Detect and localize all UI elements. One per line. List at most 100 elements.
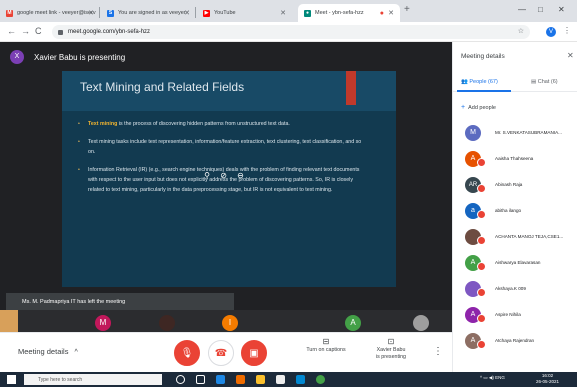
edge-icon[interactable] <box>216 375 225 384</box>
participant-name: ACHANTA MANOJ TEJA,CSE1... <box>495 234 564 239</box>
close-tab-icon[interactable]: ✕ <box>388 9 394 17</box>
mic-off-icon <box>477 236 486 245</box>
participant-tile[interactable] <box>0 310 18 332</box>
presenter-bar: X Xavier Babu is presenting <box>0 42 452 72</box>
list-item[interactable]: M Mr. S.VENKATASUBRAMANIA... <box>453 122 577 148</box>
list-item[interactable]: Akshaya.K 009 <box>453 278 577 304</box>
profile-avatar[interactable]: V <box>546 27 556 37</box>
task-view-icon[interactable] <box>196 375 205 384</box>
mic-off-icon: 🎙 <box>180 347 194 359</box>
tab-youtube[interactable]: ▶ YouTube ✕ <box>197 4 292 22</box>
screen: M google meet link - veeyer@iserv ✕ S Yo… <box>0 0 577 387</box>
back-icon[interactable]: ← <box>7 26 16 36</box>
people-icon: 👥 <box>461 79 468 85</box>
pin-icon[interactable]: ⚲ <box>204 171 210 180</box>
windows-start-icon[interactable] <box>7 375 16 384</box>
minimize-button[interactable]: — <box>518 5 526 14</box>
meeting-details-button[interactable]: Meeting details ^ <box>18 347 78 356</box>
mic-off-icon <box>477 210 486 219</box>
mute-presentation-icon[interactable]: ⊘ <box>220 171 227 180</box>
remove-tile-icon[interactable]: ⊖ <box>237 171 244 180</box>
tab-title: google meet link - veeyer@iserv <box>17 10 96 16</box>
meet-icon: ● <box>304 9 311 17</box>
participant-name: Aishwarya Elavarasan <box>495 260 541 265</box>
store-icon[interactable] <box>276 375 285 384</box>
mic-off-icon <box>477 184 486 193</box>
captions-button[interactable]: ⊟ Turn on captions <box>300 338 352 354</box>
close-tab-icon[interactable]: ✕ <box>184 9 190 17</box>
participant-name: Akshaya.K 009 <box>495 286 526 291</box>
address-bar: ← → C meet.google.com/ybn-sefa-hzz ☆ V ⋮ <box>0 22 577 42</box>
presenter-label: Xavier Babu is presenting <box>34 52 126 62</box>
tab-meet[interactable]: ● Meet - ybn-sefa-hzz ● ✕ <box>298 4 400 22</box>
panel-tabs: 👥 People (67) ▤ Chat (6) <box>453 74 577 92</box>
captions-icon: ⊟ <box>322 337 330 346</box>
presentation-slide: Text Mining and Related Fields Text mini… <box>62 71 396 287</box>
close-tab-icon[interactable]: ✕ <box>280 9 286 17</box>
camera-off-button[interactable]: ▣ <box>241 340 267 366</box>
mic-off-icon <box>477 288 486 297</box>
system-tray[interactable]: ^ ▭ ◀) ENG <box>480 375 505 381</box>
bookmark-star-icon[interactable]: ☆ <box>518 27 524 35</box>
slide-bullet: Text mining is the process of discoverin… <box>78 119 370 129</box>
add-person-icon: + <box>461 104 466 111</box>
browser-menu-icon[interactable]: ⋮ <box>563 26 571 35</box>
forward-icon[interactable]: → <box>21 26 30 36</box>
participant-name: abitha ilango <box>495 208 522 213</box>
recording-dot-icon: ● <box>379 9 384 17</box>
taskbar-search-input[interactable]: Type here to search <box>24 374 162 385</box>
browser-tab-strip: M google meet link - veeyer@iserv ✕ S Yo… <box>0 0 577 22</box>
tab-signed-in[interactable]: S You are signed in as veeyer. ✕ <box>101 4 196 22</box>
participant-tile[interactable]: I <box>219 310 241 332</box>
list-item[interactable]: ACHANTA MANOJ TEJA,CSE1... <box>453 226 577 252</box>
participant-tile[interactable]: M <box>92 310 114 332</box>
mic-off-icon <box>477 158 486 167</box>
list-item[interactable]: A Aishwarya Elavarasan <box>453 252 577 278</box>
tab-chat[interactable]: ▤ Chat (6) <box>531 79 558 85</box>
tab-title: Meet - ybn-sefa-hzz <box>315 10 364 16</box>
mic-off-icon <box>477 262 486 271</box>
youtube-icon: ▶ <box>203 9 210 17</box>
more-options-icon[interactable]: ⋮ <box>433 346 443 357</box>
file-explorer-icon[interactable] <box>256 375 265 384</box>
participant-filmstrip: M I A <box>0 310 452 332</box>
chrome-icon[interactable] <box>316 375 325 384</box>
new-tab-button[interactable]: + <box>404 4 410 15</box>
mail-icon[interactable] <box>296 375 305 384</box>
leave-call-button[interactable]: ☎ <box>208 340 234 366</box>
tab-people[interactable]: 👥 People (67) <box>461 79 498 85</box>
tab-gmail[interactable]: M google meet link - veeyer@iserv ✕ <box>0 4 100 22</box>
firefox-icon[interactable] <box>236 375 245 384</box>
list-item[interactable]: A Atchaya Rajendran <box>453 330 577 356</box>
participant-tile[interactable]: A <box>345 310 367 332</box>
slide-accent-bar <box>346 71 356 105</box>
avatar: M <box>465 125 481 141</box>
maximize-button[interactable]: □ <box>538 5 543 14</box>
participant-name: Mr. S.VENKATASUBRAMANIA... <box>495 130 562 135</box>
list-item[interactable]: AR Abinash Raja <box>453 174 577 200</box>
mic-off-button[interactable]: 🎙 <box>174 340 200 366</box>
close-panel-icon[interactable]: ✕ <box>567 51 574 60</box>
add-people-button[interactable]: + Add people <box>461 104 496 111</box>
slide-title: Text Mining and Related Fields <box>80 80 245 94</box>
clock[interactable]: 16:02 26-05-2021 <box>536 373 559 385</box>
notification-toast: Ms. M. Padmapriya IT has left the meetin… <box>6 293 234 310</box>
presenting-button[interactable]: ⊡ Xavier Babu is presenting <box>368 338 414 361</box>
slide-body: Text mining is the process of discoverin… <box>78 119 370 203</box>
participant-tile[interactable] <box>156 310 178 332</box>
list-item[interactable]: A Aspire Nihila <box>453 304 577 330</box>
mic-off-icon <box>477 314 486 323</box>
reload-icon[interactable]: C <box>35 26 42 36</box>
list-item[interactable]: a abitha ilango <box>453 200 577 226</box>
close-tab-icon[interactable]: ✕ <box>88 9 94 17</box>
list-item[interactable]: A Aaisha Thahseena <box>453 148 577 174</box>
tab-title: YouTube <box>214 10 236 16</box>
participant-tile[interactable] <box>410 310 432 332</box>
cortana-icon[interactable] <box>176 375 185 384</box>
close-window-button[interactable]: ✕ <box>558 5 565 14</box>
present-screen-icon: ⊡ <box>387 337 395 346</box>
ms-icon: S <box>107 9 114 17</box>
participant-name: Aspire Nihila <box>495 312 521 317</box>
phone-hangup-icon: ☎ <box>214 347 228 359</box>
url-field[interactable]: meet.google.com/ybn-sefa-hzz ☆ <box>52 25 530 39</box>
